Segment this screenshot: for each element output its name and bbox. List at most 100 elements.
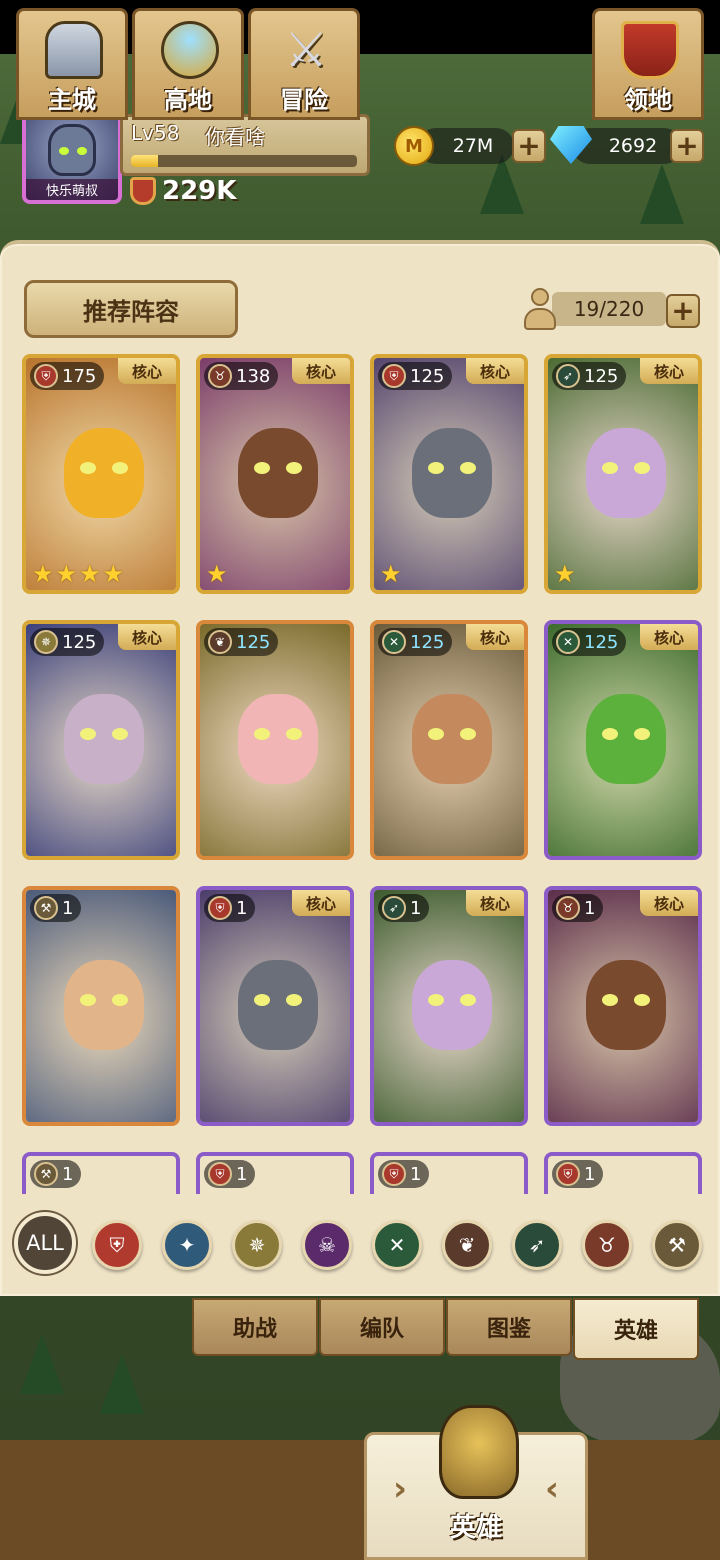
tab-heroes[interactable]: 英雄 xyxy=(573,1298,699,1360)
nav-heroes[interactable]: › ‹ 英雄 xyxy=(364,1405,588,1560)
filter-axe-icon[interactable]: ⚒ xyxy=(652,1220,702,1270)
player-name: 你看啥 xyxy=(205,125,265,149)
dagger-icon: ✕ xyxy=(382,630,406,654)
star-icon: ★ xyxy=(102,560,125,588)
hero-card[interactable]: ♉ 138 核心 ★ xyxy=(196,354,354,594)
hero-eye xyxy=(254,728,270,740)
banner-icon xyxy=(621,21,679,79)
hero-card[interactable]: ♉ 1 核心 xyxy=(544,886,702,1126)
hero-eye xyxy=(80,462,96,474)
expand-hero-slots-button[interactable]: + xyxy=(666,294,700,328)
hero-grid: ⛨ 175 核心 ★ ★ ★ ★ ♉ 138 核心 ★ ⛨ 125 核心 ★ ➶ 125 核心 ★ ✵ 125 核心 ❦ 12… xyxy=(22,354,702,1194)
hero-eye xyxy=(428,994,444,1006)
hero-card[interactable]: ⚒ 1 xyxy=(22,886,180,1126)
hero-eye xyxy=(460,728,476,740)
hero-card[interactable]: ⛨ 175 核心 ★ ★ ★ ★ xyxy=(22,354,180,594)
filter-dagger-icon[interactable]: ✕ xyxy=(372,1220,422,1270)
hero-card[interactable]: ➶ 1 核心 xyxy=(370,886,528,1126)
hero-card[interactable]: ⛨ 1 xyxy=(544,1152,702,1194)
hero-eye xyxy=(254,462,270,474)
hero-level-badge: ✕ 125 xyxy=(378,628,453,656)
crossed-swords-icon: ⚔ xyxy=(284,22,328,78)
filter-shield-icon[interactable]: ⛨ xyxy=(92,1220,142,1270)
core-badge: 核心 xyxy=(466,358,524,384)
shield-icon: ⛨ xyxy=(208,1162,232,1186)
core-badge: 核心 xyxy=(466,624,524,650)
hero-eye xyxy=(80,728,96,740)
hero-face xyxy=(412,960,492,1050)
hero-face xyxy=(64,428,144,518)
hero-level-badge: ♉ 138 xyxy=(204,362,279,390)
bow-icon: ➶ xyxy=(556,364,580,388)
hero-face xyxy=(412,694,492,784)
hero-eye xyxy=(602,728,618,740)
filter-bow-icon[interactable]: ➶ xyxy=(512,1220,562,1270)
star-icon: ★ xyxy=(32,560,54,588)
hero-level-badge: ➶ 1 xyxy=(378,894,430,922)
hero-level: 125 xyxy=(236,631,271,653)
tree-decoration xyxy=(20,1334,64,1394)
shield-icon: ⛨ xyxy=(556,1162,580,1186)
hero-card[interactable]: ❦ 125 xyxy=(196,620,354,860)
hero-eye xyxy=(112,994,128,1006)
chevron-right-icon: › xyxy=(393,1469,408,1509)
hero-star-rating: ★ xyxy=(554,562,576,586)
hero-eye xyxy=(286,994,302,1006)
hero-star-rating: ★ xyxy=(206,562,228,586)
filter-all-button[interactable]: ALL xyxy=(14,1212,76,1274)
hero-star-rating: ★ ★ ★ ★ xyxy=(32,562,124,586)
class-filter-bar: ALL ⛨ ✦ ✵ ☠ ✕ ❦ ➶ ♉ ⚒ xyxy=(0,1196,720,1296)
hero-card[interactable]: ➶ 125 核心 ★ xyxy=(544,354,702,594)
filter-mage-icon[interactable]: ✦ xyxy=(162,1220,212,1270)
hero-card[interactable]: ⚒ 1 xyxy=(22,1152,180,1194)
hero-eye xyxy=(634,728,650,740)
nav-adventure[interactable]: ⚔ 冒险 xyxy=(248,8,360,120)
hero-level: 1 xyxy=(236,897,248,919)
tree-decoration xyxy=(640,164,684,224)
hero-card[interactable]: ✕ 125 核心 xyxy=(544,620,702,860)
shield-icon: ⛨ xyxy=(208,896,232,920)
combat-power-value: 229K xyxy=(162,176,237,206)
add-gold-button[interactable]: + xyxy=(512,129,546,163)
person-icon-head xyxy=(531,288,549,306)
filter-bull-icon[interactable]: ♉ xyxy=(582,1220,632,1270)
tab-codex[interactable]: 图鉴 xyxy=(446,1298,572,1356)
hero-card[interactable]: ⛨ 1 核心 xyxy=(196,886,354,1126)
hero-card[interactable]: ⛨ 1 xyxy=(196,1152,354,1194)
hero-face xyxy=(64,694,144,784)
nav-main-city[interactable]: 主城 xyxy=(16,8,128,120)
bow-icon: ➶ xyxy=(382,896,406,920)
nav-highland[interactable]: 高地 xyxy=(132,8,244,120)
hero-card[interactable]: ✕ 125 核心 xyxy=(370,620,528,860)
staff-icon: ✵ xyxy=(34,630,58,654)
hero-card[interactable]: ✵ 125 核心 xyxy=(22,620,180,860)
player-avatar[interactable]: ★ ★ 快乐萌叔 xyxy=(22,108,122,204)
hero-eye xyxy=(460,994,476,1006)
recommend-lineup-button[interactable]: 推荐阵容 xyxy=(24,280,238,338)
star-icon: ★ xyxy=(206,560,228,588)
hero-count: 19/220 xyxy=(552,292,666,326)
star-icon: ★ xyxy=(380,560,402,588)
core-badge: 核心 xyxy=(292,890,350,916)
bull-icon: ♉ xyxy=(208,364,232,388)
hero-level: 1 xyxy=(236,1163,248,1185)
hero-card[interactable]: ⛨ 1 xyxy=(370,1152,528,1194)
hero-level-badge: ⛨ 1 xyxy=(378,1160,430,1188)
paw-icon: ❦ xyxy=(208,630,232,654)
hero-card[interactable]: ⛨ 125 核心 ★ xyxy=(370,354,528,594)
nav-territory[interactable]: 领地 xyxy=(592,8,704,120)
shield-icon: ⛨ xyxy=(34,364,58,388)
shield-icon: ⛨ xyxy=(382,364,406,388)
tab-formation[interactable]: 编队 xyxy=(319,1298,445,1356)
filter-paw-icon[interactable]: ❦ xyxy=(442,1220,492,1270)
hero-eye xyxy=(602,994,618,1006)
bull-icon: ♉ xyxy=(556,896,580,920)
add-gem-button[interactable]: + xyxy=(670,129,704,163)
core-badge: 核心 xyxy=(118,624,176,650)
hero-level: 125 xyxy=(62,631,97,653)
axe-icon: ⚒ xyxy=(34,896,58,920)
core-badge: 核心 xyxy=(292,358,350,384)
filter-skull-icon[interactable]: ☠ xyxy=(302,1220,352,1270)
tab-assist[interactable]: 助战 xyxy=(192,1298,318,1356)
filter-holy-icon[interactable]: ✵ xyxy=(232,1220,282,1270)
